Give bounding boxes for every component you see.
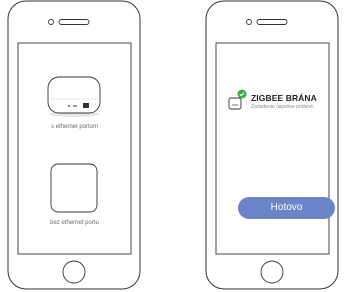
- option-with-ethernet-label: s ethernet portom: [50, 124, 99, 130]
- gateway-without-ethernet-icon: [50, 163, 98, 213]
- screen-left: s ethernet portom bez ethernet portu: [18, 43, 131, 254]
- done-button[interactable]: Hotovo: [238, 197, 335, 219]
- gateway-with-ethernet-icon: [47, 76, 101, 117]
- check-badge-icon: [237, 89, 247, 99]
- screen-right: ZIGBEE BRÁNA Zariadenie úspešne pridané.…: [216, 43, 335, 254]
- option-with-ethernet[interactable]: s ethernet portom: [18, 69, 131, 139]
- device-status-text: Zariadenie úspešne pridané.: [251, 104, 315, 110]
- device-name: ZIGBEE BRÁNA: [251, 93, 317, 103]
- phone-left: s ethernet portom bez ethernet portu: [7, 0, 141, 290]
- option-without-ethernet[interactable]: bez ethernet portu: [18, 155, 131, 235]
- option-without-ethernet-label: bez ethernet portu: [50, 220, 99, 226]
- phone-right: ZIGBEE BRÁNA Zariadenie úspešne pridané.…: [205, 0, 339, 290]
